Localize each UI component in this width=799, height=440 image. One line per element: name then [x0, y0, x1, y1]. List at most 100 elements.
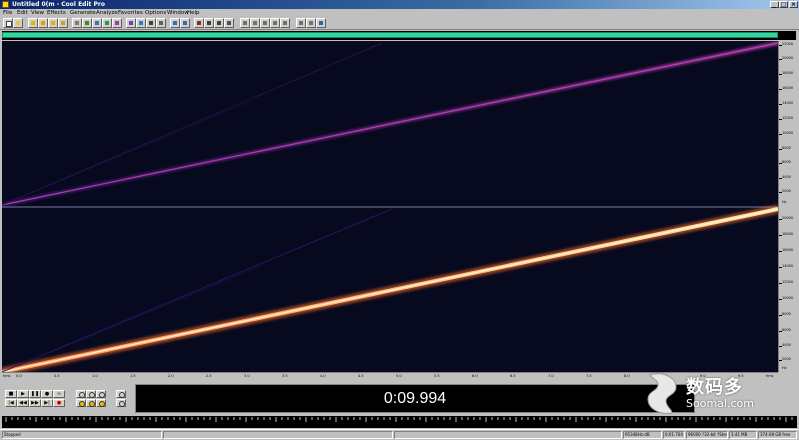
- time-label: 5.5: [434, 374, 440, 378]
- time-label: 3.5: [282, 374, 288, 378]
- new-icon[interactable]: [3, 18, 13, 28]
- help-icon[interactable]: [316, 18, 326, 28]
- hz-label: 14000: [782, 101, 794, 105]
- spectrogram: [2, 41, 778, 372]
- play-icon[interactable]: [102, 18, 112, 28]
- menu-help[interactable]: Help: [187, 9, 200, 17]
- cut-icon[interactable]: [38, 18, 48, 28]
- time-label: 4.5: [358, 374, 364, 378]
- zoom-out-h-icon[interactable]: [86, 390, 96, 398]
- zoom-sel-icon[interactable]: [96, 399, 106, 407]
- hz-label: 20000: [782, 56, 794, 60]
- mixer-icon[interactable]: [270, 18, 280, 28]
- hz-label: 22000: [782, 42, 794, 46]
- time-label: 0.0: [16, 374, 22, 378]
- batch-icon[interactable]: [306, 18, 316, 28]
- level-meter-scale: [5, 417, 793, 422]
- multitrack-icon[interactable]: [280, 18, 290, 28]
- menu-options[interactable]: Options: [145, 9, 166, 17]
- status-empty-1: [163, 431, 393, 439]
- repeat-icon[interactable]: [92, 18, 102, 28]
- hz-label: 4000: [782, 175, 791, 179]
- hz-label: 8000: [782, 312, 791, 316]
- time-label: 6.0: [472, 374, 478, 378]
- menu-view[interactable]: View: [31, 9, 44, 17]
- rewind-button[interactable]: ◀◀: [17, 399, 29, 407]
- hz-label: 4000: [782, 343, 791, 347]
- menu-window[interactable]: Window: [167, 9, 189, 17]
- watermark-en: Soomal.com: [686, 397, 754, 410]
- spectral-view[interactable]: [2, 41, 778, 372]
- copy-icon[interactable]: [48, 18, 58, 28]
- stop-button[interactable]: ■: [5, 390, 17, 398]
- mix-paste-icon[interactable]: [72, 18, 82, 28]
- zoom-out-v-icon[interactable]: [116, 399, 126, 407]
- go-to-start-button[interactable]: |◀: [5, 399, 17, 407]
- menu-edit[interactable]: Edit: [17, 9, 28, 17]
- soomal-logo-icon: [647, 373, 677, 414]
- time-label: 8.0: [624, 374, 630, 378]
- menu-file[interactable]: File: [3, 9, 12, 17]
- hz-label: 2000: [782, 189, 791, 193]
- minimize-button[interactable]: _: [770, 1, 779, 8]
- time-label: 4.0: [320, 374, 326, 378]
- zoom-icon[interactable]: [146, 18, 156, 28]
- watermark: 数码多 Soomal.com: [640, 371, 790, 416]
- play-to-end-button[interactable]: ●: [41, 390, 53, 398]
- cue-icon[interactable]: [204, 18, 214, 28]
- status-bar: Stopped 95348Hz-dB 0:01.764 96000 ?32-bi…: [0, 429, 799, 440]
- select-icon[interactable]: [156, 18, 166, 28]
- loop-button[interactable]: ∞: [53, 390, 65, 398]
- cd-view-icon[interactable]: [260, 18, 270, 28]
- meter-icon[interactable]: [214, 18, 224, 28]
- time-unit-label: hms: [3, 374, 11, 378]
- menu-bar: File Edit View Effects Generate Analyze …: [0, 9, 799, 17]
- hz-label: 6000: [782, 328, 791, 332]
- waveform-view-icon[interactable]: [136, 18, 146, 28]
- snap-icon[interactable]: [170, 18, 180, 28]
- zoom-left-icon[interactable]: [76, 399, 86, 407]
- pause-button[interactable]: ❚❚: [29, 390, 41, 398]
- record-button[interactable]: ●: [53, 399, 65, 407]
- time-display: 0:09.994: [135, 384, 695, 413]
- list-view-icon[interactable]: [240, 18, 250, 28]
- undo-icon[interactable]: [82, 18, 92, 28]
- hz-label: 20000: [782, 216, 794, 220]
- status-format: 96000 ?32-bit ?Stereo: [686, 431, 728, 439]
- play-button[interactable]: ▶: [17, 390, 29, 398]
- hz-label: 18000: [782, 232, 794, 236]
- save-icon[interactable]: [28, 18, 38, 28]
- fast-forward-button[interactable]: ▶▶: [29, 399, 41, 407]
- frequency-ruler: 22000 20000 18000 16000 14000 12000 1000…: [778, 41, 798, 372]
- paste-icon[interactable]: [58, 18, 68, 28]
- close-button[interactable]: ×: [789, 1, 798, 8]
- zoom-in-h-icon[interactable]: [76, 390, 86, 398]
- maximize-button[interactable]: □: [779, 1, 788, 8]
- go-to-end-button[interactable]: ▶|: [41, 399, 53, 407]
- settings-icon[interactable]: [224, 18, 234, 28]
- hz-label: 16000: [782, 86, 794, 90]
- zoom-full-icon[interactable]: [96, 390, 106, 398]
- overview-visible-range[interactable]: [2, 32, 778, 38]
- menu-generate[interactable]: Generate: [70, 9, 96, 17]
- hz-label: 8000: [782, 146, 791, 150]
- grid-icon[interactable]: [180, 18, 190, 28]
- zoom-right-icon[interactable]: [86, 399, 96, 407]
- level-meter: [2, 416, 797, 428]
- zoom-in-v-icon[interactable]: [116, 390, 126, 398]
- menu-favorites[interactable]: Favorites: [118, 9, 143, 17]
- menu-effects[interactable]: Effects: [47, 9, 66, 17]
- time-label: 3.0: [244, 374, 250, 378]
- spectral-view-icon[interactable]: [126, 18, 136, 28]
- time-label: 7.5: [586, 374, 592, 378]
- loop-icon[interactable]: [112, 18, 122, 28]
- menu-analyze[interactable]: Analyze: [96, 9, 118, 17]
- scripts-icon[interactable]: [296, 18, 306, 28]
- track-view-icon[interactable]: [250, 18, 260, 28]
- open-icon[interactable]: [13, 18, 23, 28]
- hz-unit-label: Hz: [782, 366, 787, 370]
- marker-icon[interactable]: [194, 18, 204, 28]
- time-label: 1.0: [92, 374, 98, 378]
- hz-label: 12000: [782, 116, 794, 120]
- hz-unit-label: Hz: [782, 200, 787, 204]
